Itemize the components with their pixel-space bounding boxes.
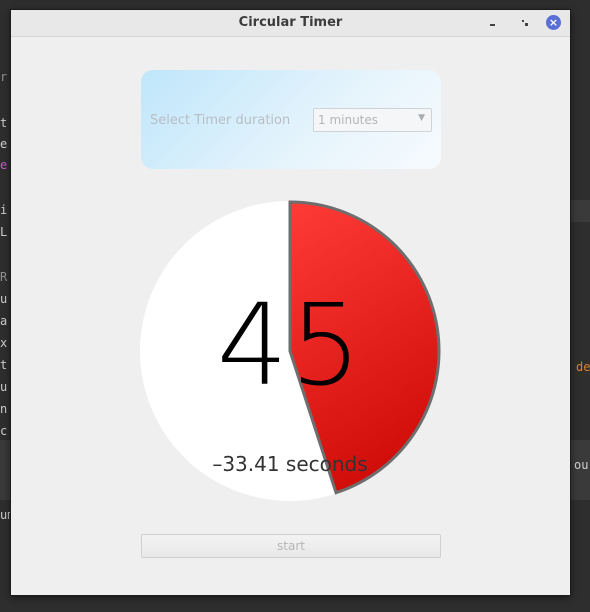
- timer-seconds-text: –33.41 seconds: [212, 452, 368, 476]
- maximize-icon: [522, 20, 528, 26]
- background-highlight-band: [570, 200, 590, 222]
- minimize-button[interactable]: [484, 14, 502, 32]
- timer-dial: 45 –33.41 seconds: [139, 200, 443, 504]
- background-code-fragment: n: [0, 402, 8, 416]
- background-code-fragment: c: [0, 424, 8, 438]
- background-code-fragment: t: [0, 358, 8, 372]
- background-code-fragment: e: [0, 158, 8, 172]
- timer-countdown: 45: [216, 281, 364, 411]
- duration-select[interactable]: 1 minutes ▼: [313, 108, 432, 132]
- close-icon: ×: [546, 15, 561, 30]
- duration-select-value: 1 minutes: [318, 113, 379, 127]
- duration-label: Select Timer duration: [150, 113, 291, 128]
- background-code-fragment: e: [0, 137, 8, 151]
- start-button[interactable]: start: [141, 534, 441, 558]
- background-code-fragment: de: [576, 360, 590, 374]
- maximize-button[interactable]: [516, 14, 534, 32]
- title-bar[interactable]: Circular Timer ×: [11, 10, 570, 37]
- chevron-down-icon: ▼: [418, 113, 425, 123]
- background-code-fragment: L: [0, 225, 8, 239]
- background-code-fragment: u: [0, 292, 8, 306]
- background-code-fragment: R: [0, 270, 8, 284]
- background-code-fragment: t: [0, 116, 8, 130]
- duration-panel: Select Timer duration 1 minutes ▼: [141, 70, 441, 169]
- circular-timer-window: Circular Timer × Select Timer duration 1…: [11, 10, 570, 595]
- background-code-fragment: r: [0, 70, 8, 84]
- background-code-fragment: a: [0, 314, 8, 328]
- background-code-fragment: i: [0, 203, 8, 217]
- close-button[interactable]: ×: [545, 14, 563, 32]
- background-code-fragment: x: [0, 336, 8, 350]
- background-code-fragment: u: [0, 380, 8, 394]
- background-panel: [0, 440, 11, 500]
- background-code-fragment: ou: [574, 458, 589, 472]
- minimize-icon: [490, 24, 495, 26]
